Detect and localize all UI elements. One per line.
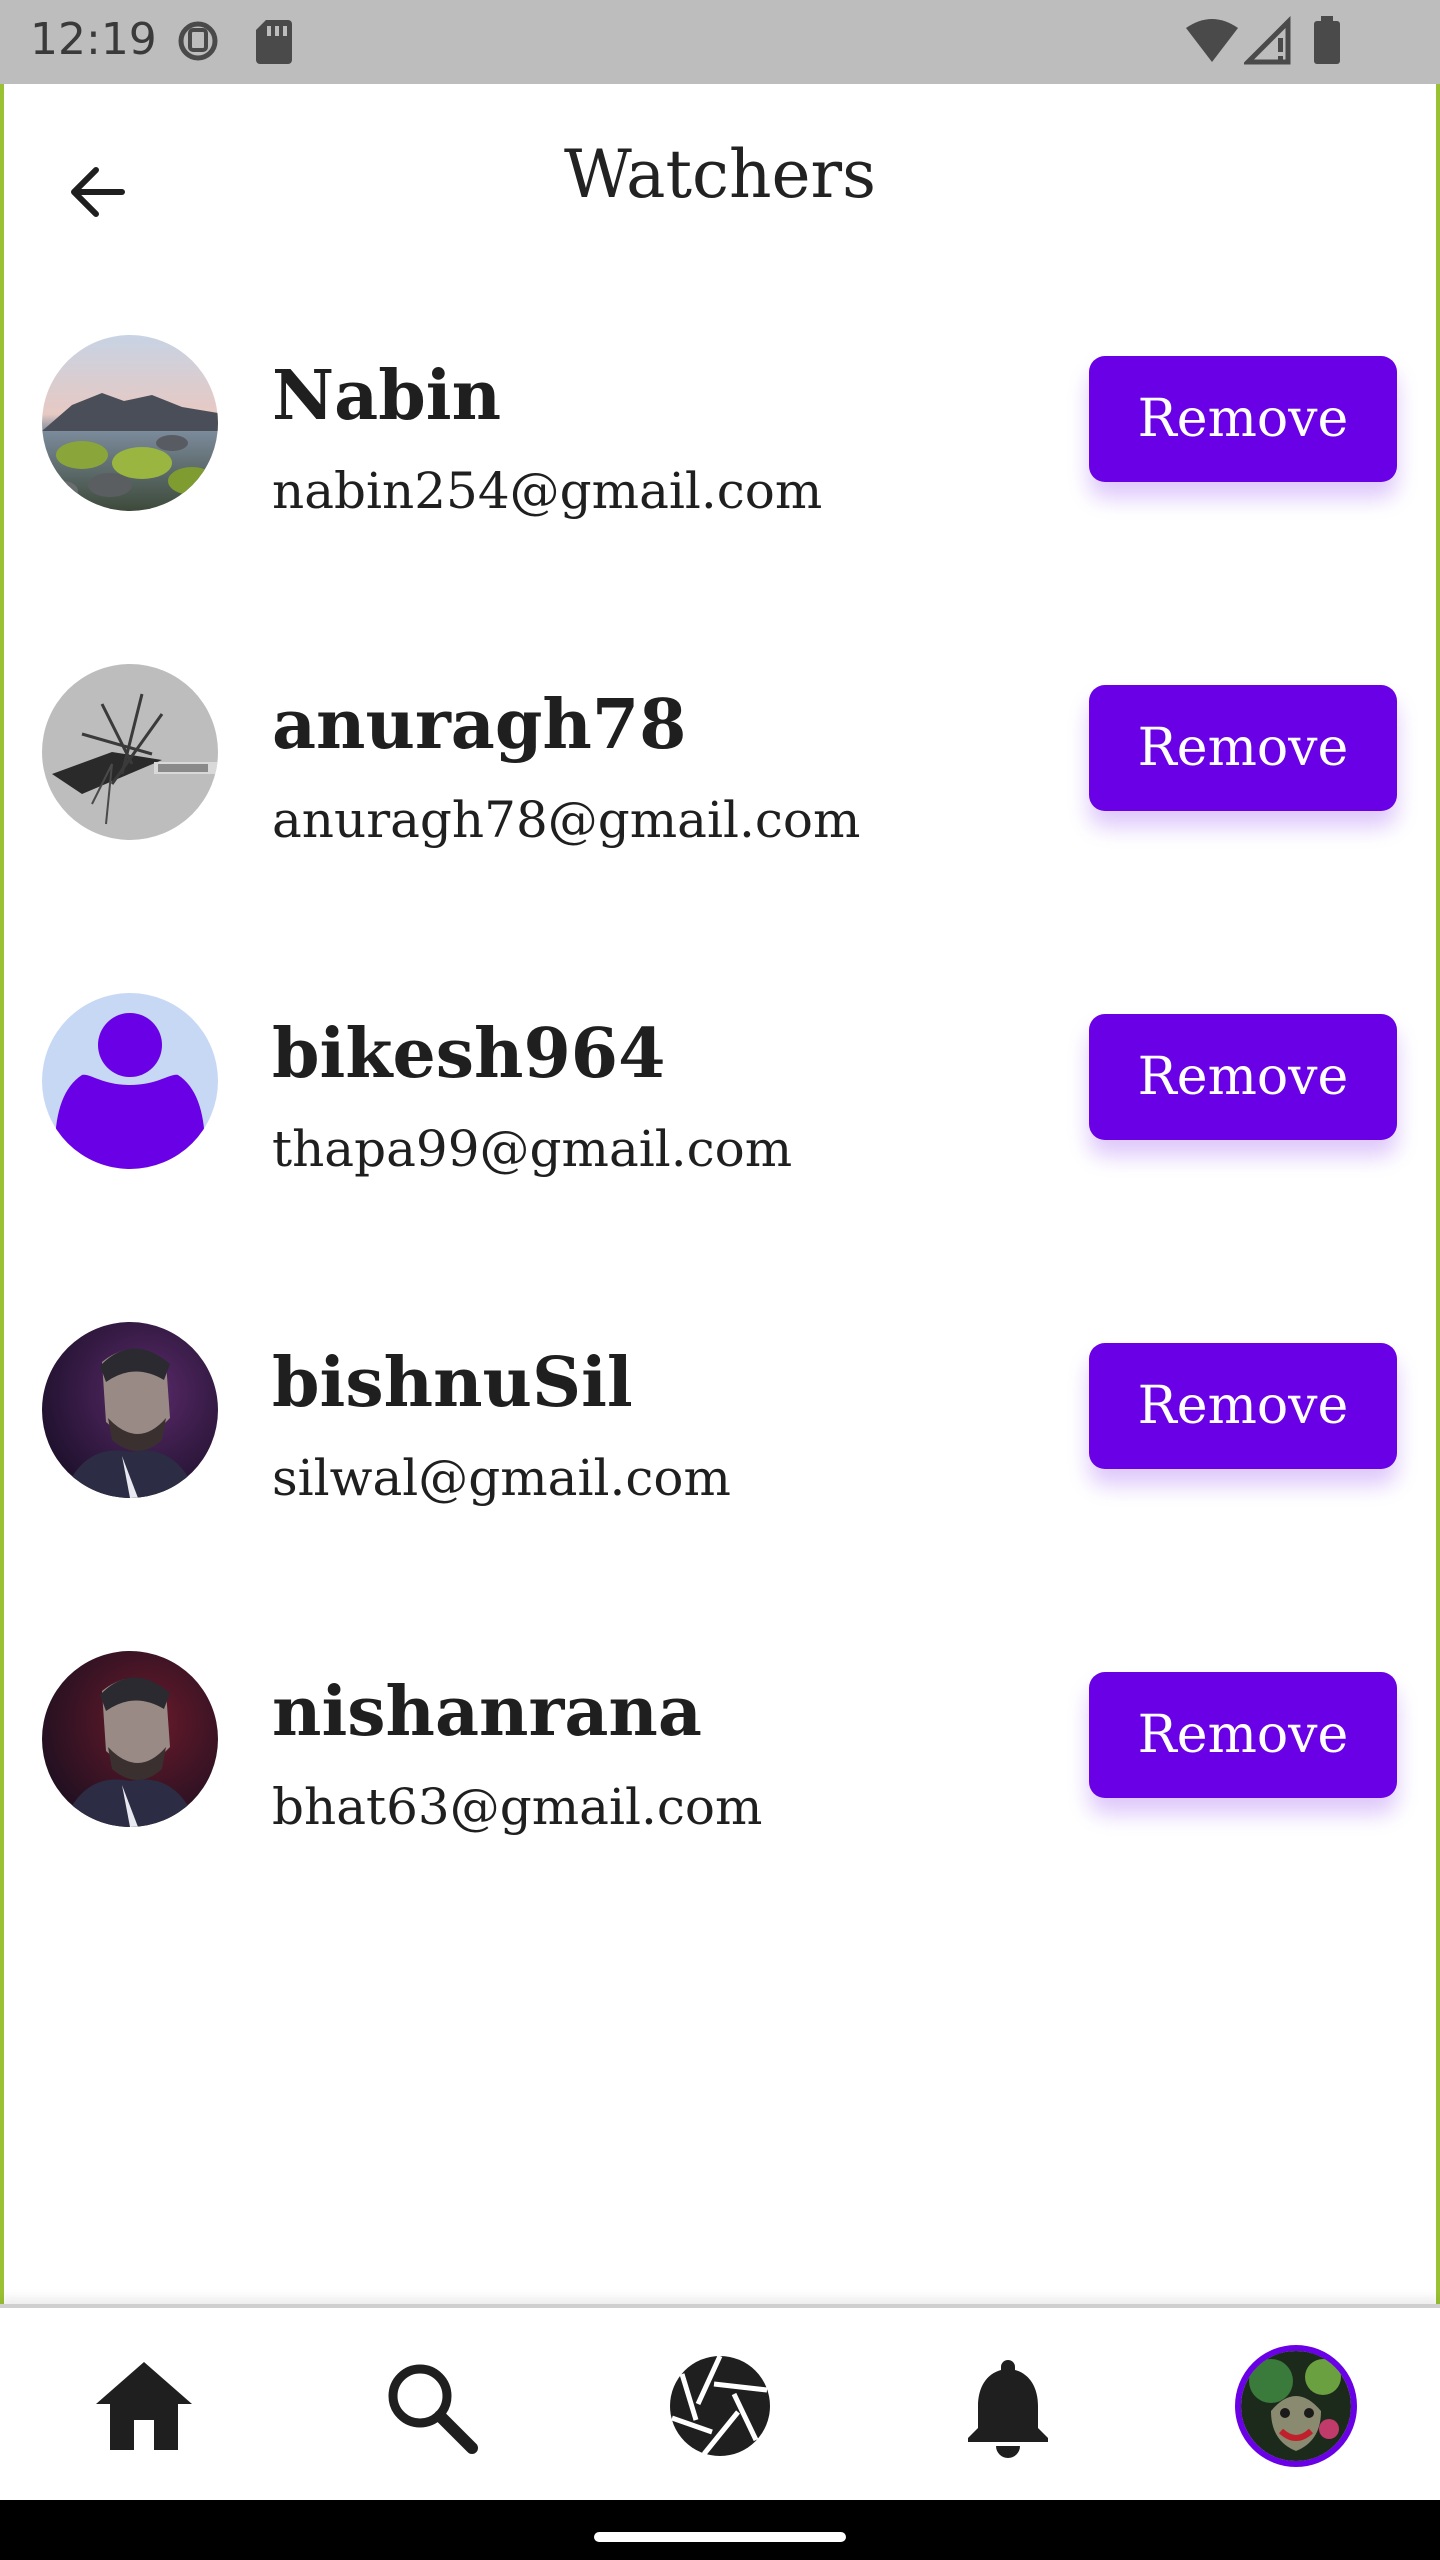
nav-notifications[interactable] [938,2336,1078,2476]
sd-card-icon [254,16,294,70]
search-icon [388,2364,478,2454]
avatar[interactable] [42,993,218,1169]
user-email: nabin254@gmail.com [272,462,823,520]
status-bar: 12:19 [0,0,1440,84]
remove-button[interactable]: Remove [1089,1014,1397,1140]
watchers-list: Nabin nabin254@gmail.com Remove anuragh7… [0,280,1440,1925]
gesture-handle[interactable] [594,2532,846,2542]
system-gesture-area [0,2500,1440,2560]
user-email: thapa99@gmail.com [272,1120,793,1178]
nav-profile[interactable] [1226,2336,1366,2476]
page-title: Watchers [564,136,876,213]
nav-search[interactable] [360,2336,500,2476]
battery-icon [1312,16,1342,70]
bottom-nav [0,2304,1440,2504]
user-email: bhat63@gmail.com [272,1778,763,1836]
profile-avatar [1235,2345,1357,2467]
user-name: anuragh78 [272,685,687,765]
nav-camera[interactable] [650,2336,790,2476]
home-icon [96,2362,192,2450]
user-name: bishnuSil [272,1343,633,1423]
camera-shutter-icon [670,2354,770,2456]
user-email: silwal@gmail.com [272,1449,731,1507]
sim-manager-icon [176,16,220,70]
wifi-icon [1184,16,1240,70]
list-item: nishanrana bhat63@gmail.com Remove [0,1596,1440,1925]
remove-button[interactable]: Remove [1089,356,1397,482]
avatar[interactable] [42,1651,218,1827]
avatar[interactable] [42,335,218,511]
list-item: Nabin nabin254@gmail.com Remove [0,280,1440,609]
bell-icon [968,2360,1048,2458]
list-item: bishnuSil silwal@gmail.com Remove [0,1267,1440,1596]
avatar[interactable] [42,664,218,840]
user-name: bikesh964 [272,1014,666,1094]
remove-button[interactable]: Remove [1089,1343,1397,1469]
list-item: anuragh78 anuragh78@gmail.com Remove [0,609,1440,938]
signal-icon [1241,15,1294,70]
remove-button[interactable]: Remove [1089,685,1397,811]
avatar[interactable] [42,1322,218,1498]
nav-home[interactable] [74,2336,214,2476]
user-email: anuragh78@gmail.com [272,791,861,849]
app-bar: Watchers [0,84,1440,280]
user-name: nishanrana [272,1672,702,1752]
list-item: bikesh964 thapa99@gmail.com Remove [0,938,1440,1267]
remove-button[interactable]: Remove [1089,1672,1397,1798]
user-name: Nabin [272,356,502,436]
status-time: 12:19 [30,14,157,65]
